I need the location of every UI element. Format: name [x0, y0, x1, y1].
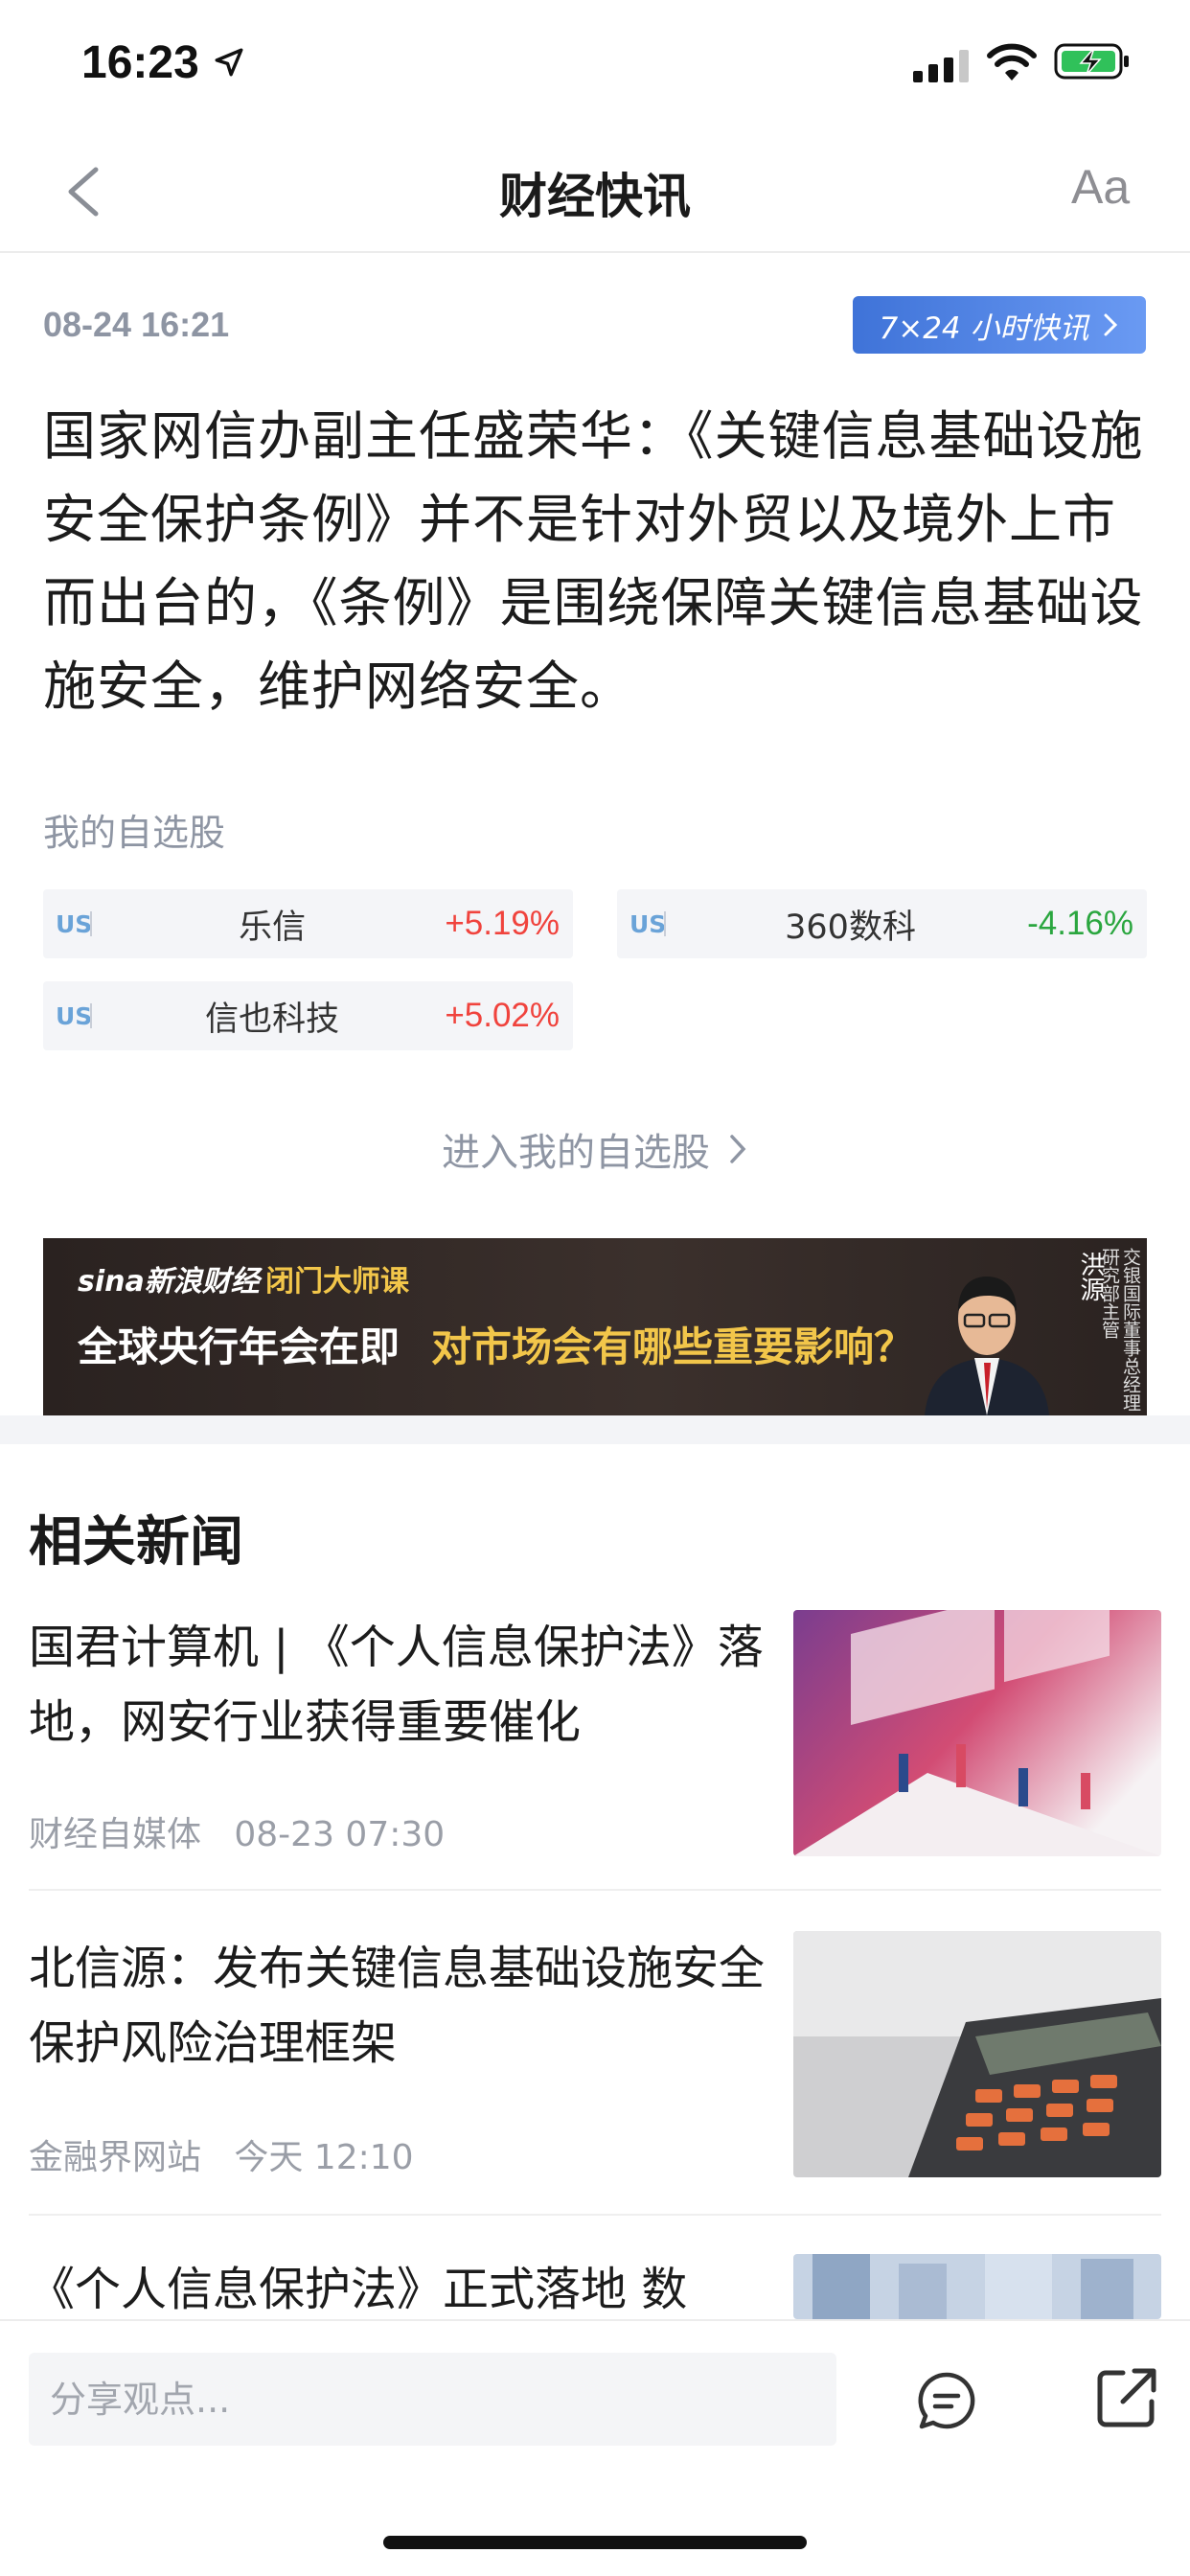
market-badge: US: [56, 909, 93, 938]
chevron-right-icon: [1104, 313, 1117, 336]
back-chevron-icon[interactable]: [57, 158, 115, 225]
news-divider: [29, 2214, 1161, 2216]
stock-name: 360数科: [785, 908, 916, 947]
comment-input[interactable]: [29, 2353, 836, 2446]
stock-chip[interactable]: US 360数科 -4.16%: [617, 889, 1147, 958]
wifi-icon: [987, 43, 1037, 80]
live-news-badge-label: 7×24 小时快讯: [879, 310, 1089, 346]
enter-watchlist-link[interactable]: 进入我的自选股: [0, 1121, 1190, 1177]
promo-banner[interactable]: sina新浪财经 闭门大师课 全球央行年会在即 对市场会有哪些重要影响？ 洪源 …: [43, 1238, 1147, 1415]
cellular-signal-icon: [913, 50, 969, 82]
news-source: 财经自媒体: [29, 1815, 202, 1854]
news-title: 国君计算机 | 《个人信息保护法》落地，网安行业获得重要催化: [29, 1621, 764, 1749]
nav-divider: [0, 251, 1190, 253]
enter-watchlist-label: 进入我的自选股: [442, 1131, 710, 1175]
news-divider: [29, 1889, 1161, 1891]
sina-finance-logo: sina新浪财经: [78, 1265, 260, 1299]
stock-name: 信也科技: [205, 1000, 340, 1039]
chevron-right-icon: [730, 1135, 746, 1163]
speaker-role: 交银国际董事总经理研究部主管: [1099, 1248, 1141, 1412]
market-badge: US: [629, 909, 667, 938]
news-time: 今天 12:10: [234, 2138, 414, 2177]
stock-name: 乐信: [239, 908, 307, 947]
market-badge: US: [56, 1001, 93, 1030]
news-title: 《个人信息保护法》正式落地 数: [29, 2263, 688, 2316]
battery-charging-icon: [1054, 43, 1129, 80]
speaker-portrait-icon: [925, 1276, 1049, 1415]
news-time: 08-23 07:30: [234, 1815, 446, 1854]
article-body: 国家网信办副主任盛荣华：《关键信息基础设施安全保护条例》并不是针对外贸以及境外上…: [43, 405, 1144, 717]
news-source: 金融界网站: [29, 2138, 202, 2177]
section-divider: [0, 1415, 1190, 1444]
live-news-badge[interactable]: 7×24 小时快讯: [853, 296, 1146, 354]
news-thumbnail-image: [793, 1610, 1161, 1856]
news-thumbnail-image: [793, 2254, 1161, 2319]
stock-change: -4.16%: [1027, 905, 1133, 942]
related-news-title: 相关新闻: [29, 1511, 243, 1574]
location-arrow-icon: [215, 48, 243, 77]
news-meta: 财经自媒体 08-23 07:30: [29, 1806, 445, 1856]
home-indicator: [383, 2536, 807, 2549]
news-title: 北信源：发布关键信息基础设施安全保护风险治理框架: [29, 1942, 766, 2070]
banner-headline: 全球央行年会在即: [78, 1323, 400, 1370]
chip-separator: [664, 911, 666, 936]
comment-icon[interactable]: [915, 2369, 978, 2432]
banner-series: 闭门大师课: [265, 1265, 409, 1299]
chip-separator: [90, 1003, 92, 1028]
news-meta: 金融界网站 今天 12:10: [29, 2129, 414, 2179]
chip-separator: [90, 911, 92, 936]
status-time: 16:23: [81, 37, 199, 88]
page-title: 财经快讯: [499, 169, 691, 224]
stock-chip[interactable]: US 信也科技 +5.02%: [43, 981, 573, 1050]
watchlist-title: 我的自选股: [43, 812, 226, 854]
stock-change: +5.19%: [445, 905, 560, 942]
share-icon[interactable]: [1094, 2365, 1159, 2430]
font-size-button[interactable]: Aa: [1071, 159, 1130, 215]
stock-change: +5.02%: [445, 997, 560, 1034]
news-thumbnail-image: [793, 1931, 1161, 2177]
stock-chip[interactable]: US 乐信 +5.19%: [43, 889, 573, 958]
article-timestamp: 08-24 16:21: [43, 305, 230, 344]
banner-headline-highlight: 对市场会有哪些重要影响？: [431, 1323, 915, 1370]
